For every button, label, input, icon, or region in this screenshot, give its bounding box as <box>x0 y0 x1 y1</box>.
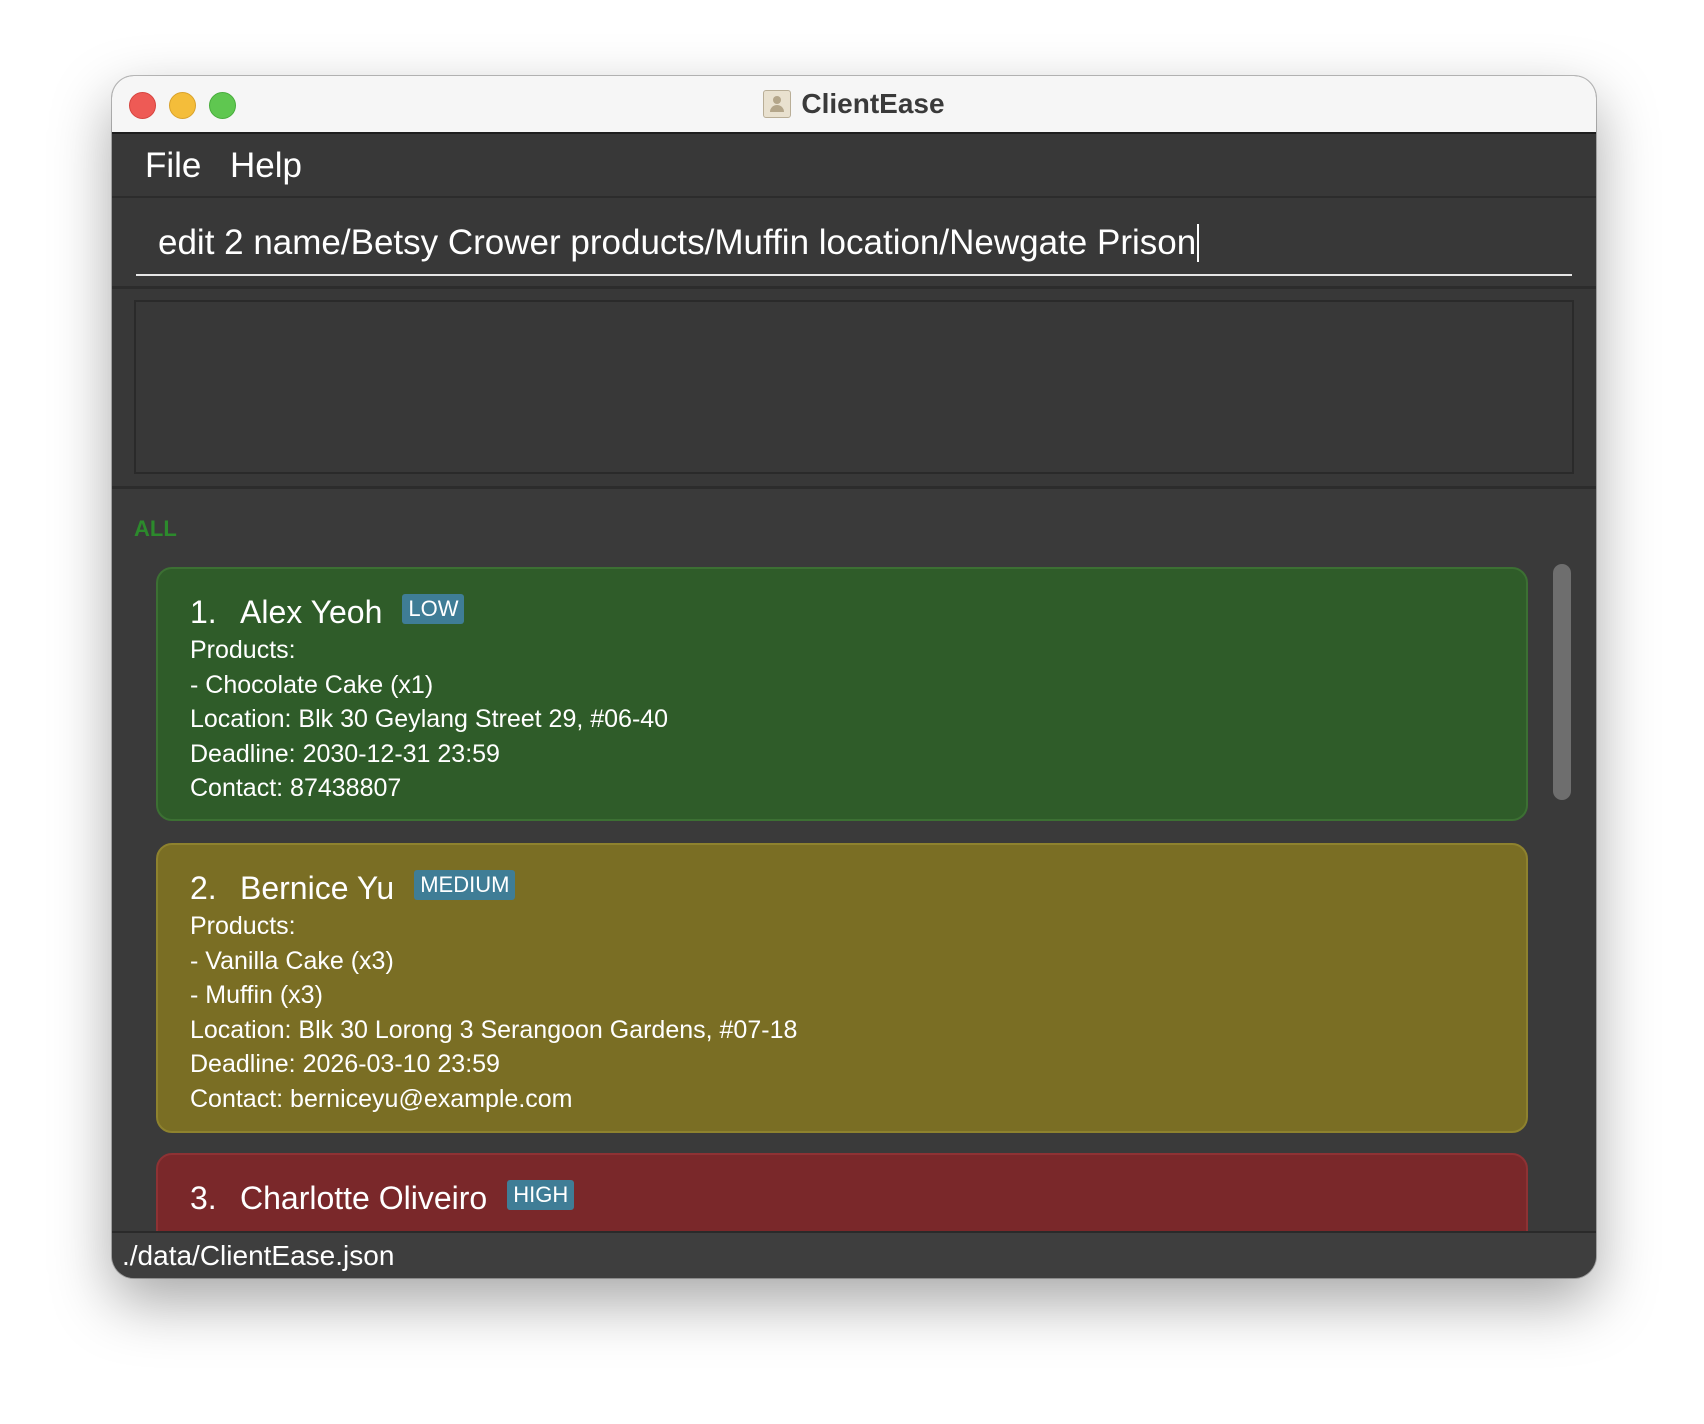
client-card[interactable]: 3. Charlotte Oliveiro HIGH <box>156 1153 1528 1231</box>
client-deadline: Deadline: 2026-03-10 23:59 <box>190 1050 500 1078</box>
client-card[interactable]: 2. Bernice Yu MEDIUM Products: - Vanilla… <box>156 843 1528 1133</box>
products-header: Products: <box>190 912 296 940</box>
client-location: Location: Blk 30 Lorong 3 Serangoon Gard… <box>190 1015 798 1044</box>
menu-help[interactable]: Help <box>230 146 302 186</box>
priority-badge: LOW <box>402 594 465 624</box>
result-display-panel <box>112 289 1596 489</box>
client-name: Charlotte Oliveiro <box>240 1179 488 1216</box>
title-bar: ClientEase <box>112 76 1596 134</box>
filter-label: ALL <box>134 516 177 541</box>
client-contact: Contact: berniceyu@example.com <box>190 1084 573 1113</box>
command-input[interactable]: edit 2 name/Betsy Crower products/Muffin… <box>136 212 1572 276</box>
client-card-header: 2. Bernice Yu MEDIUM <box>190 869 1526 907</box>
priority-badge: MEDIUM <box>414 870 516 900</box>
menu-file[interactable]: File <box>145 146 201 186</box>
status-bar: ./data/ClientEase.json <box>112 1231 1596 1278</box>
window-title: ClientEase <box>801 88 945 119</box>
client-index: 2. <box>190 869 217 906</box>
contact-book-icon <box>763 90 792 118</box>
client-card-header: 1. Alex Yeoh LOW <box>190 593 1526 631</box>
client-list-panel: ALL 1. Alex Yeoh LOW Products: - Chocola… <box>112 489 1596 1231</box>
window-title-group: ClientEase <box>112 76 1596 132</box>
menu-bar: File Help <box>112 134 1596 198</box>
product-item: - Chocolate Cake (x1) <box>190 670 434 699</box>
app-window: ClientEase File Help edit 2 name/Betsy C… <box>112 76 1596 1278</box>
client-index: 1. <box>190 593 217 630</box>
client-card-header: 3. Charlotte Oliveiro HIGH <box>190 1179 1526 1217</box>
client-index: 3. <box>190 1179 217 1216</box>
client-contact: Contact: 87438807 <box>190 774 402 802</box>
client-location: Location: Blk 30 Geylang Street 29, #06-… <box>190 705 669 733</box>
text-caret <box>1197 224 1200 262</box>
client-card[interactable]: 1. Alex Yeoh LOW Products: - Chocolate C… <box>156 567 1528 821</box>
result-display <box>134 300 1574 474</box>
product-item: - Muffin (x3) <box>190 981 323 1009</box>
client-name: Bernice Yu <box>240 869 395 906</box>
command-box-panel: edit 2 name/Betsy Crower products/Muffin… <box>112 198 1596 289</box>
client-name: Alex Yeoh <box>240 593 383 630</box>
client-deadline: Deadline: 2030-12-31 23:59 <box>190 739 500 768</box>
product-item: - Vanilla Cake (x3) <box>190 946 394 975</box>
command-input-text: edit 2 name/Betsy Crower products/Muffin… <box>158 223 1197 262</box>
list-scrollbar[interactable] <box>1553 564 1571 800</box>
status-file-path: ./data/ClientEase.json <box>122 1240 395 1271</box>
products-header: Products: <box>190 636 296 664</box>
priority-badge: HIGH <box>507 1180 575 1210</box>
